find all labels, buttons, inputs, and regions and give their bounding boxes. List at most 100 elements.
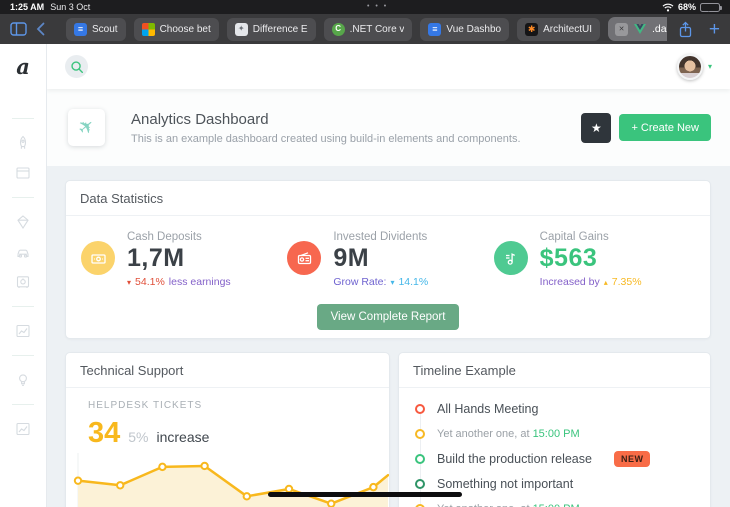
timeline-card: Timeline Example All Hands Meeting Yet a… bbox=[398, 352, 711, 507]
timeline-time: 15:00 PM bbox=[532, 427, 580, 440]
close-tab-icon[interactable]: ✕ bbox=[615, 22, 628, 36]
tab-difference[interactable]: ✦ Difference E bbox=[226, 17, 316, 41]
dotnet-favicon: C bbox=[331, 22, 345, 36]
technical-support-card: Technical Support HELPDESK TICKETS 34 5%… bbox=[65, 352, 390, 507]
timeline-dot bbox=[415, 453, 425, 464]
stat-value: 1,7M bbox=[127, 244, 185, 272]
divider bbox=[12, 404, 34, 405]
stat-widget-invested-dividents: Invested Dividents 9M Grow Rate: ▾ 14.1% bbox=[287, 224, 493, 294]
timeline-item: All Hands Meeting bbox=[415, 396, 694, 421]
tab-bar: ≡ Scout Choose bet ✦ Difference E C .NET… bbox=[66, 17, 667, 41]
ticket-count: 34 bbox=[88, 417, 121, 449]
timeline-item: Yet another one, at15:00 PM bbox=[415, 421, 694, 446]
timeline-dot bbox=[415, 503, 425, 507]
card-title: Technical Support bbox=[66, 353, 389, 388]
timeline-list: All Hands Meeting Yet another one, at 15:… bbox=[399, 388, 710, 507]
charging-bolt-icon bbox=[707, 4, 712, 12]
page-subtitle: This is an example dashboard created usi… bbox=[131, 132, 521, 145]
create-new-button[interactable]: + Create New bbox=[619, 114, 711, 141]
battery-percent: 68% bbox=[677, 2, 696, 12]
tab-choose-between[interactable]: Choose bet bbox=[133, 17, 219, 41]
new-tab-icon[interactable]: + bbox=[709, 20, 720, 39]
divider bbox=[12, 118, 34, 119]
vue-favicon bbox=[634, 24, 646, 34]
stat-label: Capital Gains bbox=[539, 231, 609, 243]
app-logo[interactable]: a bbox=[0, 44, 46, 89]
tab-scout[interactable]: ≡ Scout bbox=[66, 17, 126, 41]
card-title: Data Statistics bbox=[66, 181, 710, 216]
divider bbox=[12, 197, 34, 198]
safari-toolbar: ≡ Scout Choose bet ✦ Difference E C .NET… bbox=[0, 14, 730, 44]
star-icon: ★ bbox=[591, 120, 602, 135]
sidebar-item-browser-icon[interactable] bbox=[15, 165, 31, 181]
data-statistics-card: Data Statistics Cash Deposits 1,7M ▾ 54.… bbox=[65, 180, 711, 339]
vue-dashboard-favicon: ≡ bbox=[428, 22, 442, 36]
timeline-dot bbox=[415, 403, 425, 414]
wifi-icon bbox=[662, 3, 674, 12]
stat-widget-capital-gains: Capital Gains $563 Increased by ▴ 7.35% bbox=[493, 224, 700, 294]
sidebar-item-chart-icon[interactable] bbox=[15, 323, 31, 339]
stat-note: less earnings bbox=[168, 276, 231, 288]
timeline-item: Build the production release NEW bbox=[415, 446, 694, 471]
cash-icon bbox=[81, 241, 115, 275]
radio-icon bbox=[287, 241, 322, 275]
home-indicator[interactable] bbox=[268, 492, 462, 497]
helpdesk-kicker: HELPDESK TICKETS bbox=[88, 400, 203, 411]
address-bar[interactable]: ✕ .dashboardpack.com ••• bbox=[608, 17, 667, 41]
chevron-down-icon: ▾ bbox=[707, 62, 712, 71]
stat-value: 9M bbox=[333, 244, 370, 272]
sidebar-item-safe-icon[interactable] bbox=[15, 274, 31, 290]
sidebar-item-rocket-icon[interactable] bbox=[15, 135, 31, 151]
sidebar-toggle-icon[interactable] bbox=[10, 22, 27, 36]
music-note-icon bbox=[493, 241, 528, 275]
divider bbox=[12, 355, 34, 356]
favorite-button[interactable]: ★ bbox=[581, 112, 612, 143]
app-header: ▾ bbox=[47, 44, 730, 89]
url-text: .dashboardpack.com bbox=[652, 23, 667, 35]
status-bar: 1:25 AM Sun 3 Oct • • • 68% bbox=[0, 0, 730, 14]
difference-favicon: ✦ bbox=[234, 22, 248, 36]
stat-delta: 54.1% bbox=[135, 276, 165, 288]
battery-icon bbox=[700, 2, 722, 12]
sidebar-item-car-icon[interactable] bbox=[15, 244, 31, 260]
scout-favicon: ≡ bbox=[74, 22, 87, 36]
sidebar-item-graph-icon[interactable] bbox=[15, 421, 31, 437]
card-title: Timeline Example bbox=[399, 353, 710, 388]
ticket-percent: 5% bbox=[128, 429, 149, 445]
stat-delta: 14.1% bbox=[398, 276, 429, 288]
user-menu[interactable]: ▾ bbox=[676, 53, 712, 80]
stats-body: Cash Deposits 1,7M ▾ 54.1% less earnings bbox=[66, 216, 710, 294]
multitask-dots-icon[interactable]: • • • bbox=[367, 3, 388, 10]
sidebar-item-lightbulb-icon[interactable] bbox=[15, 372, 31, 388]
search-button[interactable] bbox=[65, 55, 88, 78]
page-title: Analytics Dashboard bbox=[131, 110, 269, 128]
timeline-time: 15:00 PM bbox=[533, 503, 580, 507]
tab-net-core[interactable]: C .NET Core v bbox=[323, 17, 413, 41]
stat-label: Cash Deposits bbox=[127, 231, 202, 243]
page-title-section: ✈ Analytics Dashboard This is an example… bbox=[47, 89, 730, 166]
clock: 1:25 AM bbox=[10, 2, 45, 12]
search-icon bbox=[70, 60, 83, 73]
tab-architectui[interactable]: ✱ ArchitectUI bbox=[517, 17, 600, 41]
stats-footer: View Complete Report bbox=[66, 294, 710, 340]
date: Sun 3 Oct bbox=[50, 2, 91, 12]
microsoft-favicon bbox=[141, 22, 155, 36]
tab-vue-dashboard[interactable]: ≡ Vue Dashbo bbox=[420, 17, 510, 41]
up-arrow-icon: ▴ bbox=[603, 277, 608, 287]
sidebar-nav bbox=[0, 109, 46, 444]
timeline-dot bbox=[415, 428, 425, 439]
screen: 1:25 AM Sun 3 Oct • • • 68% ≡ Scout Choo… bbox=[0, 0, 730, 507]
down-arrow-icon: ▾ bbox=[390, 277, 395, 287]
ticket-percent-label: increase bbox=[156, 429, 210, 445]
timeline-item: Yet another one, at15:00 PM bbox=[415, 496, 694, 507]
timeline-dot bbox=[415, 478, 425, 489]
stat-delta: 7.35% bbox=[611, 276, 642, 288]
view-complete-report-button[interactable]: View Complete Report bbox=[316, 304, 460, 330]
avatar[interactable] bbox=[676, 53, 703, 80]
architectui-favicon: ✱ bbox=[525, 22, 539, 36]
back-icon[interactable] bbox=[36, 22, 45, 36]
sidebar-item-diamond-icon[interactable] bbox=[15, 214, 31, 230]
app-sidebar: a bbox=[0, 44, 47, 507]
share-icon[interactable] bbox=[678, 21, 693, 38]
stat-value: $563 bbox=[539, 244, 598, 272]
